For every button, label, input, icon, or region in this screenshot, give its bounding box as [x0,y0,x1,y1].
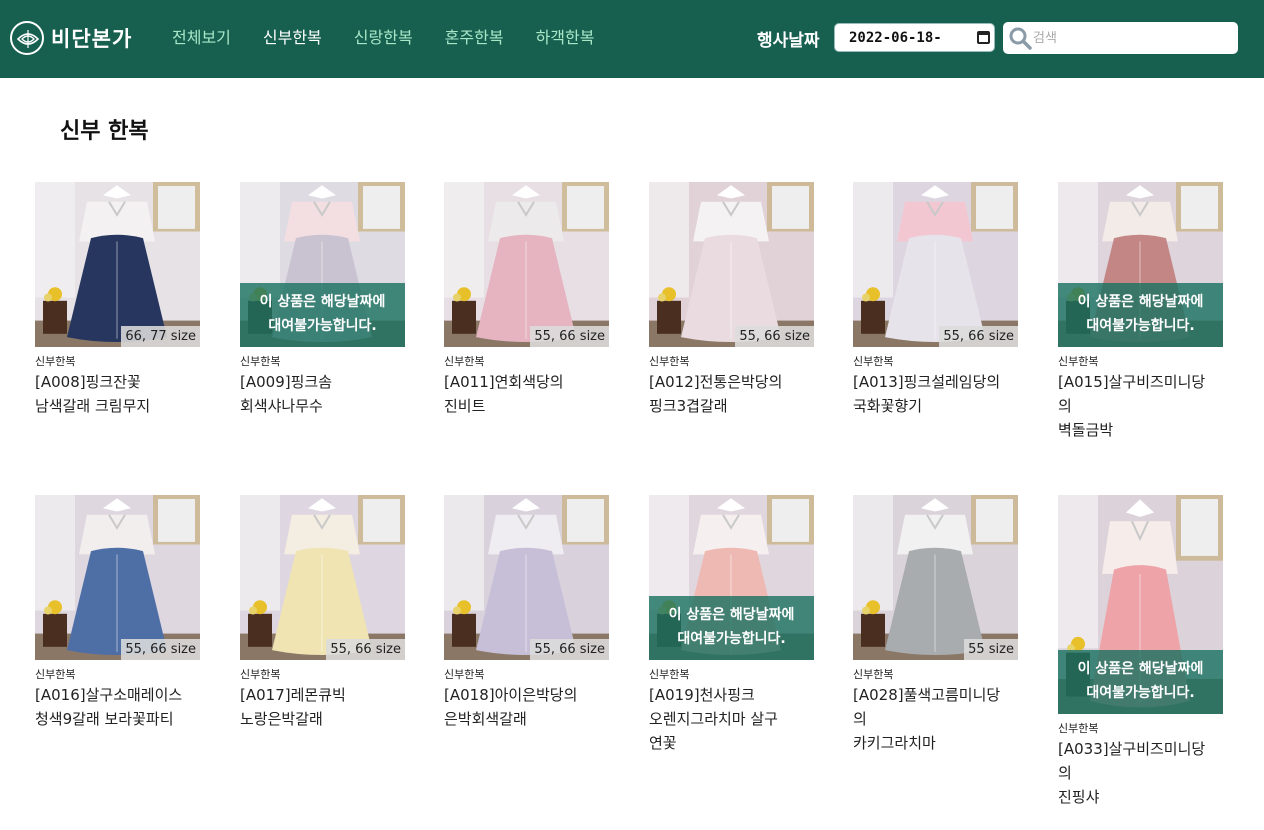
product-image[interactable]: 55, 66 size [240,495,405,660]
product-category: 신부한복 [444,355,485,368]
product-image[interactable]: 55, 66 size [649,182,814,347]
unavailable-overlay: 이 상품은 해당날짜에 대여불가능합니다. [1058,283,1223,347]
top-navbar: 비단본가 전체보기 신부한복 신랑한복 혼주한복 하객한복 행사날짜 2022-06-1… [0,0,1264,78]
product-category: 신부한복 [240,668,281,681]
product-image[interactable]: 이 상품은 해당날짜에 대여불가능합니다. [240,182,405,347]
search-input[interactable] [1033,27,1228,49]
event-date-input[interactable]: 2022-06-18- [834,23,995,52]
event-date-value: 2022-06-18 [849,29,934,46]
product-name[interactable]: [A016]살구소매레이스 청색9갈래 보라꽃파티 [35,683,200,731]
product-image[interactable]: 이 상품은 해당날짜에 대여불가능합니다. [649,495,814,660]
product-category: 신부한복 [1058,355,1099,368]
nav-item[interactable]: 신랑한복 [354,24,413,48]
product-image[interactable]: 55, 66 size [853,182,1018,347]
product-card[interactable]: 55, 66 size 신부한복 [A018]아이은박당의 은박회색갈래 [444,495,609,731]
product-image[interactable]: 55, 66 size [444,495,609,660]
product-image[interactable]: 55 size [853,495,1018,660]
unavailable-overlay: 이 상품은 해당날짜에 대여불가능합니다. [1058,650,1223,714]
nav-item[interactable]: 혼주한복 [445,24,504,48]
brand-name: 비단본가 [51,26,133,51]
nav-item[interactable]: 전체보기 [172,24,231,48]
size-tag: 66, 77 size [121,326,200,347]
product-card[interactable]: 55, 66 size 신부한복 [A012]전통은박당의 핑크3겹갈래 [649,182,814,418]
unavailable-overlay: 이 상품은 해당날짜에 대여불가능합니다. [649,596,814,660]
logo-emblem-icon [10,21,44,55]
product-card[interactable]: 55, 66 size 신부한복 [A016]살구소매레이스 청색9갈래 보라꽃파티 [35,495,200,731]
size-tag: 55, 66 size [530,326,609,347]
nav-item[interactable]: 신부한복 [263,24,322,48]
product-name[interactable]: [A018]아이은박당의 은박회색갈래 [444,683,609,731]
product-category: 신부한복 [35,355,76,368]
nav-item[interactable]: 하객한복 [536,24,595,48]
product-card[interactable]: 이 상품은 해당날짜에 대여불가능합니다. 신부한복 [A019]천사핑크 오렌지그… [649,495,814,755]
product-category: 신부한복 [649,668,690,681]
unavailable-overlay: 이 상품은 해당날짜에 대여불가능합니다. [240,283,405,347]
product-card[interactable]: 이 상품은 해당날짜에 대여불가능합니다. 신부한복 [A033]살구비즈미니당 의… [1058,495,1223,809]
product-card[interactable]: 55, 66 size 신부한복 [A011]연회색당의 진비트 [444,182,609,418]
brand-logo[interactable]: 비단본가 [10,20,132,56]
product-name[interactable]: [A008]핑크잔꽃 남색갈래 크림무지 [35,370,200,418]
product-name[interactable]: [A009]핑크솜 회색샤나무수 [240,370,405,418]
product-image[interactable]: 이 상품은 해당날짜에 대여불가능합니다. [1058,495,1223,714]
size-tag: 55, 66 size [939,326,1018,347]
calendar-icon[interactable] [977,31,990,44]
size-tag: 55, 66 size [121,639,200,660]
product-name[interactable]: [A011]연회색당의 진비트 [444,370,609,418]
search-icon[interactable] [1008,26,1032,50]
product-name[interactable]: [A012]전통은박당의 핑크3겹갈래 [649,370,814,418]
main-nav: 전체보기 신부한복 신랑한복 혼주한복 하객한복 [172,24,626,48]
product-card[interactable]: 55, 66 size 신부한복 [A017]레몬큐빅 노랑은박갈래 [240,495,405,731]
search-box[interactable] [1003,22,1238,54]
size-tag: 55 size [964,639,1018,660]
product-category: 신부한복 [649,355,690,368]
product-card[interactable]: 이 상품은 해당날짜에 대여불가능합니다. 신부한복 [A015]살구비즈미니당 의… [1058,182,1223,442]
product-category: 신부한복 [853,668,894,681]
product-category: 신부한복 [853,355,894,368]
size-tag: 55, 66 size [530,639,609,660]
page-title: 신부 한복 [60,119,149,144]
size-tag: 55, 66 size [326,639,405,660]
product-category: 신부한복 [240,355,281,368]
product-category: 신부한복 [444,668,485,681]
product-image[interactable]: 이 상품은 해당날짜에 대여불가능합니다. [1058,182,1223,347]
product-name[interactable]: [A015]살구비즈미니당 의 벽돌금박 [1058,370,1223,442]
product-image[interactable]: 55, 66 size [35,495,200,660]
product-category: 신부한복 [1058,722,1099,735]
product-name[interactable]: [A013]핑크설레임당의 국화꽃향기 [853,370,1018,418]
product-image[interactable]: 66, 77 size [35,182,200,347]
product-card[interactable]: 이 상품은 해당날짜에 대여불가능합니다. 신부한복 [A009]핑크솜 회색샤나무… [240,182,405,418]
product-card[interactable]: 55 size 신부한복 [A028]풀색고름미니당 의 카키그라치마 [853,495,1018,755]
product-name[interactable]: [A028]풀색고름미니당 의 카키그라치마 [853,683,1018,755]
product-card[interactable]: 55, 66 size 신부한복 [A013]핑크설레임당의 국화꽃향기 [853,182,1018,418]
product-image[interactable]: 55, 66 size [444,182,609,347]
product-category: 신부한복 [35,668,76,681]
event-date-label: 행사날짜 [757,31,820,51]
product-name[interactable]: [A017]레몬큐빅 노랑은박갈래 [240,683,405,731]
size-tag: 55, 66 size [735,326,814,347]
product-name[interactable]: [A033]살구비즈미니당 의 진핑샤 [1058,737,1223,809]
product-name[interactable]: [A019]천사핑크 오렌지그라치마 살구 연꽃 [649,683,814,755]
product-card[interactable]: 66, 77 size 신부한복 [A008]핑크잔꽃 남색갈래 크림무지 [35,182,200,418]
